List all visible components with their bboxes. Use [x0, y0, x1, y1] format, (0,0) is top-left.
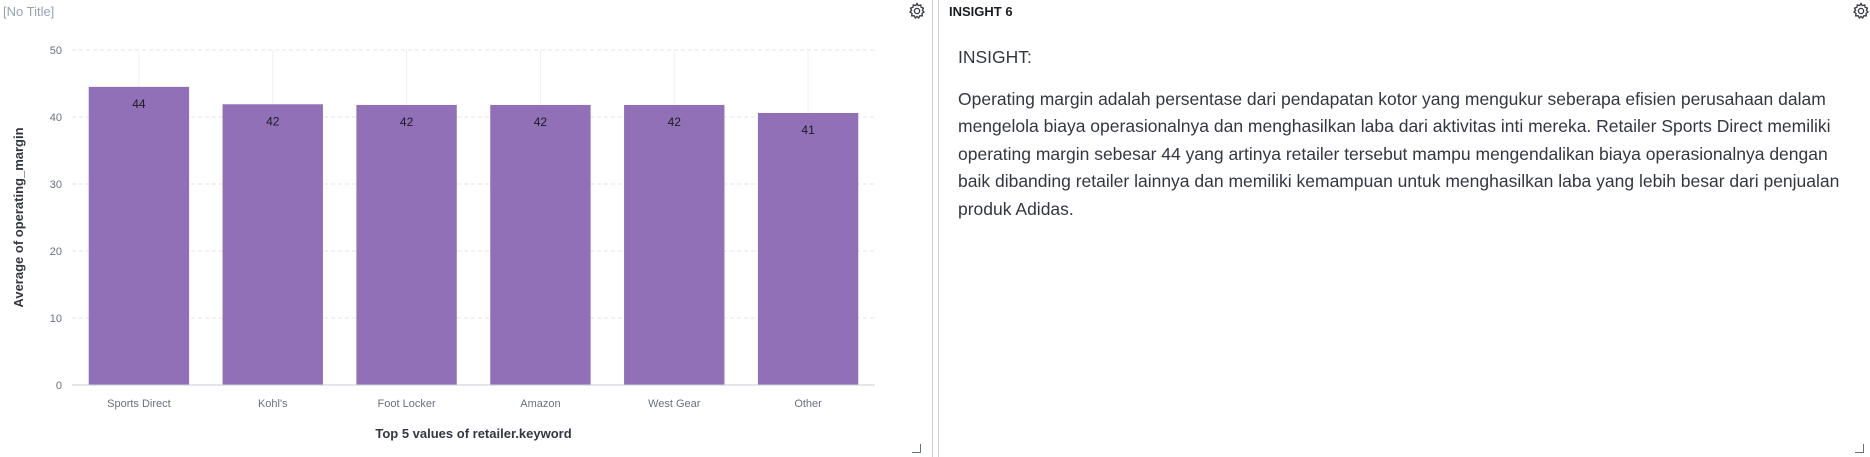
bar	[222, 104, 323, 386]
panel-title: INSIGHT 6	[949, 4, 1013, 19]
y-tick-label: 20	[50, 246, 62, 258]
insight-panel: INSIGHT 6 INSIGHT: Operating margin adal…	[941, 0, 1870, 457]
data-label: 41	[801, 123, 815, 137]
y-tick-label: 50	[50, 45, 62, 57]
bar	[757, 112, 859, 385]
insight-paragraph: Operating margin adalah persentase dari …	[958, 88, 1840, 219]
resize-handle[interactable]	[1855, 444, 1864, 453]
y-tick-label: 10	[50, 313, 62, 325]
y-tick-label: 40	[50, 112, 62, 124]
insight-text: INSIGHT: Operating margin adalah persent…	[958, 44, 1858, 223]
y-tick-label: 30	[50, 179, 62, 191]
x-tick-label: Foot Locker	[378, 398, 436, 410]
x-tick-label: Other	[794, 398, 822, 410]
bar-chart: 0 10 20 30 40 50 44 Sports Direct 42 Kohl's 42 Foot…	[11, 45, 875, 441]
data-label: 42	[668, 115, 682, 129]
insight-heading: INSIGHT:	[958, 47, 1032, 67]
y-tick-label: 0	[56, 380, 62, 392]
y-axis-title: Average of operating_margin	[11, 127, 26, 307]
bar	[88, 86, 190, 385]
x-tick-label: Amazon	[520, 398, 560, 410]
bar	[356, 104, 457, 385]
x-tick-label: Sports Direct	[107, 398, 171, 410]
bar	[624, 104, 725, 385]
data-label: 42	[534, 115, 548, 129]
panel-divider	[938, 0, 939, 457]
visualization-panel: [No Title] 0 10 20 30 40 50 44 Sports Direct 42 K…	[0, 0, 929, 457]
bar	[490, 104, 591, 385]
resize-handle[interactable]	[912, 444, 921, 453]
x-axis-title: Top 5 values of retailer.keyword	[375, 426, 571, 441]
data-label: 44	[132, 97, 146, 111]
data-label: 42	[266, 114, 280, 128]
x-tick-label: West Gear	[648, 398, 701, 410]
data-label: 42	[400, 115, 414, 129]
gear-icon[interactable]	[1851, 1, 1870, 21]
panel-divider	[932, 0, 933, 457]
x-tick-label: Kohl's	[258, 398, 288, 410]
